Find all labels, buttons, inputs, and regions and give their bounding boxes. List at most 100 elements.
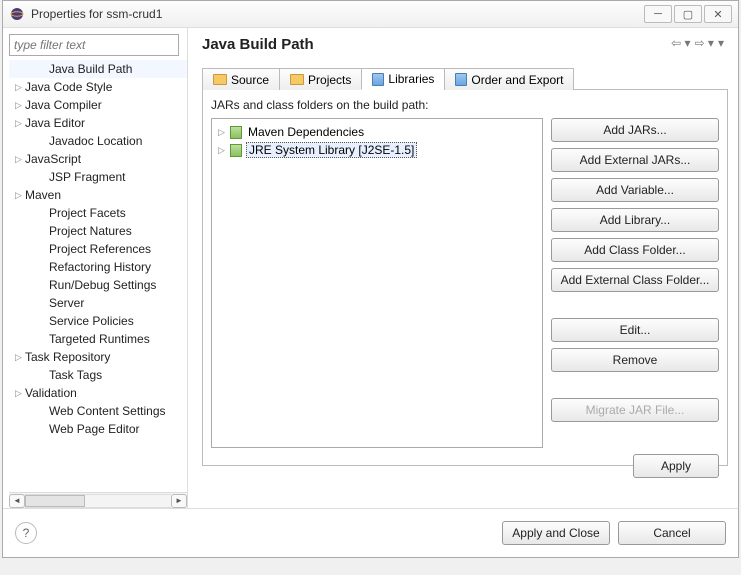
sidebar-item-server[interactable]: Server	[9, 294, 187, 312]
library-label: Maven Dependencies	[246, 125, 366, 139]
sidebar-item-label: Task Repository	[25, 350, 110, 364]
jar-icon	[372, 73, 384, 86]
add-library-button[interactable]: Add Library...	[551, 208, 719, 232]
sidebar-item-run-debug-settings[interactable]: Run/Debug Settings	[9, 276, 187, 294]
filter-input[interactable]	[9, 34, 179, 56]
sidebar-item-project-natures[interactable]: Project Natures	[9, 222, 187, 240]
library-icon	[230, 126, 242, 139]
cancel-button[interactable]: Cancel	[618, 521, 726, 545]
sidebar-item-java-build-path[interactable]: Java Build Path	[9, 60, 187, 78]
sidebar-item-java-code-style[interactable]: ▷Java Code Style	[9, 78, 187, 96]
apply-and-close-button[interactable]: Apply and Close	[502, 521, 610, 545]
close-button[interactable]: ✕	[704, 5, 732, 23]
sidebar-item-javadoc-location[interactable]: Javadoc Location	[9, 132, 187, 150]
main-panel: Java Build Path ⇦ ▾ ⇨ ▾ ▾ SourceProjects…	[188, 28, 738, 508]
library-item[interactable]: ▷JRE System Library [J2SE-1.5]	[216, 141, 538, 159]
expand-arrow-icon[interactable]: ▷	[15, 352, 25, 363]
sidebar-item-validation[interactable]: ▷Validation	[9, 384, 187, 402]
expand-arrow-icon[interactable]: ▷	[15, 82, 25, 93]
add-class-folder-button[interactable]: Add Class Folder...	[551, 238, 719, 262]
page-nav: ⇦ ▾ ⇨ ▾ ▾	[671, 36, 724, 50]
add-jars-button[interactable]: Add JARs...	[551, 118, 719, 142]
forward-icon[interactable]: ⇨ ▾	[695, 36, 714, 50]
add-external-jars-button[interactable]: Add External JARs...	[551, 148, 719, 172]
titlebar[interactable]: Properties for ssm-crud1 ─ ▢ ✕	[3, 1, 738, 28]
properties-dialog: Properties for ssm-crud1 ─ ▢ ✕ Java Buil…	[2, 0, 739, 558]
sidebar-item-label: Java Editor	[25, 116, 85, 130]
add-variable-button[interactable]: Add Variable...	[551, 178, 719, 202]
folder-icon	[290, 74, 304, 85]
sidebar-item-task-tags[interactable]: Task Tags	[9, 366, 187, 384]
sidebar-item-targeted-runtimes[interactable]: Targeted Runtimes	[9, 330, 187, 348]
scroll-track[interactable]	[25, 494, 171, 508]
sidebar-item-label: Service Policies	[49, 314, 134, 328]
sidebar-item-javascript[interactable]: ▷JavaScript	[9, 150, 187, 168]
expand-arrow-icon[interactable]: ▷	[15, 118, 25, 129]
tab-libraries[interactable]: Libraries	[361, 68, 445, 90]
help-icon[interactable]: ?	[15, 522, 37, 544]
sidebar-item-web-page-editor[interactable]: Web Page Editor	[9, 420, 187, 438]
button-column: Add JARs... Add External JARs... Add Var…	[551, 118, 719, 448]
folder-icon	[213, 74, 227, 85]
sidebar-item-jsp-fragment[interactable]: JSP Fragment	[9, 168, 187, 186]
sidebar-item-java-editor[interactable]: ▷Java Editor	[9, 114, 187, 132]
expand-arrow-icon[interactable]: ▷	[15, 154, 25, 165]
expand-arrow-icon[interactable]: ▷	[15, 100, 25, 111]
sidebar-item-java-compiler[interactable]: ▷Java Compiler	[9, 96, 187, 114]
tab-projects[interactable]: Projects	[279, 68, 362, 90]
scroll-right-button[interactable]: ►	[171, 494, 187, 508]
category-tree[interactable]: Java Build Path▷Java Code Style▷Java Com…	[9, 60, 187, 492]
add-external-class-folder-button[interactable]: Add External Class Folder...	[551, 268, 719, 292]
expand-arrow-icon[interactable]: ▷	[218, 127, 226, 138]
footer: ? Apply and Close Cancel	[3, 508, 738, 556]
order-icon	[455, 73, 467, 86]
scroll-thumb[interactable]	[25, 495, 85, 507]
scroll-left-button[interactable]: ◄	[9, 494, 25, 508]
sidebar-item-label: JSP Fragment	[49, 170, 125, 184]
tab-label: Libraries	[388, 72, 434, 86]
back-icon[interactable]: ⇦ ▾	[671, 36, 690, 50]
minimize-button[interactable]: ─	[644, 5, 672, 23]
sidebar-item-label: Web Page Editor	[49, 422, 140, 436]
sidebar-item-label: Validation	[25, 386, 77, 400]
library-item[interactable]: ▷ Maven Dependencies	[216, 123, 538, 141]
subtitle: JARs and class folders on the build path…	[211, 98, 719, 112]
sidebar-item-project-references[interactable]: Project References	[9, 240, 187, 258]
tab-label: Projects	[308, 73, 351, 87]
tab-label: Source	[231, 73, 269, 87]
window-buttons: ─ ▢ ✕	[644, 5, 732, 23]
sidebar-item-label: Server	[49, 296, 84, 310]
sidebar-item-refactoring-history[interactable]: Refactoring History	[9, 258, 187, 276]
sidebar-item-task-repository[interactable]: ▷Task Repository	[9, 348, 187, 366]
sidebar-item-label: Run/Debug Settings	[49, 278, 156, 292]
eclipse-icon	[9, 6, 25, 22]
tab-order-and-export[interactable]: Order and Export	[444, 68, 574, 90]
window-title: Properties for ssm-crud1	[31, 7, 644, 21]
library-icon	[230, 144, 242, 157]
apply-button[interactable]: Apply	[633, 454, 719, 478]
sidebar-item-label: Refactoring History	[49, 260, 151, 274]
expand-arrow-icon[interactable]: ▷	[15, 190, 25, 201]
sidebar-item-maven[interactable]: ▷Maven	[9, 186, 187, 204]
sidebar-item-project-facets[interactable]: Project Facets	[9, 204, 187, 222]
tabs: Source Projects Libraries Order and Export	[202, 67, 728, 90]
expand-arrow-icon[interactable]: ▷	[218, 145, 226, 156]
remove-button[interactable]: Remove	[551, 348, 719, 372]
sidebar-item-label: Javadoc Location	[49, 134, 142, 148]
tab-source[interactable]: Source	[202, 68, 280, 90]
sidebar-item-label: Project Natures	[49, 224, 132, 238]
sidebar-item-service-policies[interactable]: Service Policies	[9, 312, 187, 330]
horizontal-scrollbar[interactable]: ◄ ►	[9, 492, 187, 508]
expand-arrow-icon[interactable]: ▷	[15, 388, 25, 399]
tab-label: Order and Export	[471, 73, 563, 87]
edit-button[interactable]: Edit...	[551, 318, 719, 342]
sidebar-item-label: Project Facets	[49, 206, 126, 220]
sidebar-item-label: Task Tags	[49, 368, 102, 382]
library-list[interactable]: ▷ Maven Dependencies ▷JRE System Library […	[211, 118, 543, 448]
menu-icon[interactable]: ▾	[718, 36, 724, 50]
sidebar-item-web-content-settings[interactable]: Web Content Settings	[9, 402, 187, 420]
sidebar-item-label: Maven	[25, 188, 61, 202]
sidebar-item-label: Web Content Settings	[49, 404, 166, 418]
sidebar-item-label: Java Compiler	[25, 98, 102, 112]
maximize-button[interactable]: ▢	[674, 5, 702, 23]
